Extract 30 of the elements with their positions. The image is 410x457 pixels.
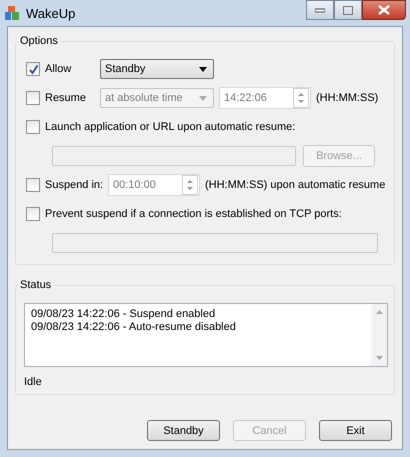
format-hint: (HH:MM:SS) upon automatic resume	[205, 179, 386, 191]
checkbox-label: Suspend in:	[45, 179, 103, 191]
maximize-icon	[343, 6, 353, 14]
close-icon	[378, 5, 390, 15]
format-hint: (HH:MM:SS)	[316, 92, 378, 104]
group-title: Status	[19, 279, 52, 291]
caret-icon	[199, 66, 207, 72]
checkbox[interactable]	[26, 62, 40, 76]
checkbox-label: Resume	[45, 92, 87, 104]
checkbox-label: Launch application or URL upon automatic resume:	[45, 121, 296, 133]
dialog-button[interactable]: Exit	[319, 420, 392, 441]
scroll-up-icon[interactable]	[376, 310, 382, 314]
status-text: Idle	[24, 376, 43, 388]
maximize-button[interactable]	[334, 0, 362, 20]
log-entry: 09/08/23 14:22:06 - Suspend enabled	[31, 308, 216, 321]
spinner-arrows[interactable]	[293, 88, 309, 108]
scroll-down-icon[interactable]	[376, 356, 382, 360]
minimize-icon	[315, 7, 325, 13]
log-entry: 09/08/23 14:22:06 - Auto-resume disabled	[31, 321, 237, 334]
close-button[interactable]	[362, 0, 406, 20]
scrollbar[interactable]	[371, 304, 387, 366]
dialog-button[interactable]: Standby	[147, 420, 220, 441]
checkbox-label: Prevent suspend if a connection is established on TCP ports:	[45, 208, 342, 220]
group-title: Options	[19, 35, 59, 47]
window-title: WakeUp	[26, 6, 76, 20]
caret-icon	[199, 96, 207, 100]
minimize-button[interactable]	[306, 0, 334, 20]
checkbox-label: Allow	[45, 63, 72, 75]
mode-dropdown[interactable]: Standby	[100, 59, 214, 79]
app-icon	[4, 5, 20, 21]
